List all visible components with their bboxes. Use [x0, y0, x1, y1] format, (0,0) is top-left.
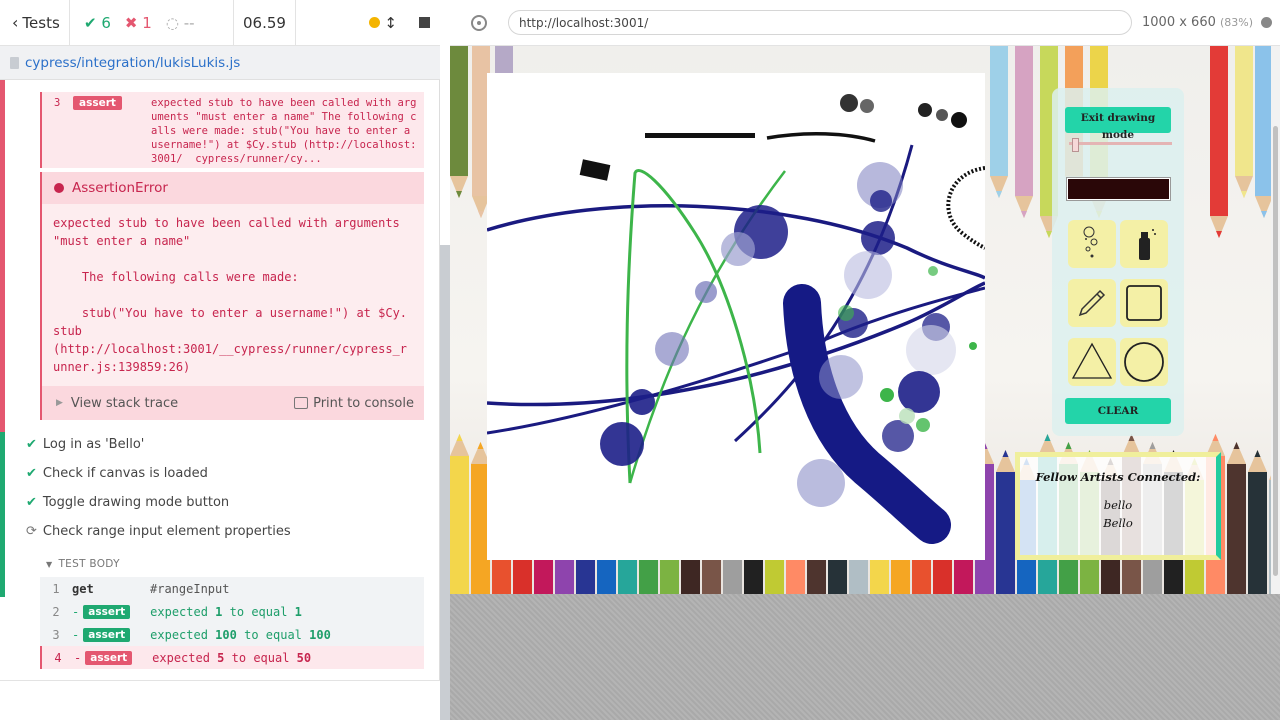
cross-icon: ✖	[124, 13, 138, 32]
command-log: 1 get #rangeInput 2 - assert expected 1 …	[40, 577, 424, 669]
spray-bubbles-tool-button[interactable]	[1068, 220, 1116, 268]
error-icon	[54, 183, 64, 193]
tests-label: Tests	[22, 13, 60, 32]
drawing-canvas[interactable]	[487, 73, 985, 560]
reporter-scrollbar[interactable]	[440, 245, 450, 720]
run-controls: ↕	[296, 0, 440, 45]
view-stack-trace[interactable]: ▶ View stack trace	[56, 396, 178, 411]
error-footer: ▶ View stack trace Print to console	[42, 386, 424, 420]
app-iframe: Exit drawing mode CLEAR Fellow Artists C…	[450, 46, 1280, 594]
artist-name: bello	[1103, 498, 1133, 512]
viewport-info[interactable]: 1000 x 660 (83%)	[1142, 15, 1253, 30]
selector-playground-icon[interactable]	[471, 14, 487, 31]
test-item[interactable]: ✔ Toggle drawing mode button	[26, 491, 229, 513]
spec-file-bar: cypress/integration/lukisLukis.js	[0, 46, 440, 80]
circle-notch-icon: ◌	[165, 13, 179, 32]
pencil-icon	[1078, 289, 1106, 317]
artists-title: Fellow Artists Connected:	[1035, 470, 1201, 484]
command-row[interactable]: 3 - assert expected 100 to equal 100	[40, 623, 424, 646]
assert-badge: assert	[83, 604, 131, 619]
test-item-running[interactable]: ⟳ Check range input element properties	[26, 520, 291, 542]
error-panel: AssertionError expected stub to have bee…	[40, 172, 424, 420]
tool-panel: Exit drawing mode CLEAR	[1052, 88, 1184, 436]
stop-icon[interactable]	[419, 17, 430, 28]
url-bar[interactable]: http://localhost:3001/	[508, 10, 1132, 35]
reporter: 3 assert expected stub to have been call…	[0, 80, 440, 680]
check-icon: ✔	[84, 13, 97, 32]
arrows-vertical-icon: ↕	[384, 13, 397, 32]
error-title: AssertionError	[72, 180, 168, 196]
app-scrollbar-thumb[interactable]	[1273, 126, 1278, 576]
failed-indicator	[0, 80, 5, 432]
color-picker[interactable]	[1067, 178, 1170, 200]
circle-tool-button[interactable]	[1120, 338, 1168, 386]
test-item[interactable]: ✔ Log in as 'Bello'	[26, 433, 144, 455]
test-item[interactable]: ✔ Check if canvas is loaded	[26, 462, 208, 484]
failed-count: ✖ 1	[124, 13, 152, 32]
file-icon	[10, 56, 19, 69]
refresh-icon: ⟳	[26, 523, 37, 539]
fellow-artists-panel: Fellow Artists Connected: bello Bello	[1015, 452, 1221, 560]
canvas-drawing	[487, 94, 985, 544]
caret-down-icon: ▼	[46, 559, 53, 569]
cypress-runner: ‹ Tests ✔ 6 ✖ 1 ◌ -- 06.59 ↕ cypress/int…	[0, 0, 440, 720]
circle-icon	[1124, 342, 1164, 382]
artist-name: Bello	[1103, 516, 1133, 530]
info-icon[interactable]	[1261, 17, 1273, 28]
pencil-tool-button[interactable]	[1068, 279, 1116, 327]
spray-can-icon	[1139, 229, 1156, 260]
square-icon	[1126, 285, 1162, 321]
status-dot-icon	[369, 17, 381, 28]
app-scrollbar[interactable]	[1271, 46, 1280, 594]
caret-right-icon: ▶	[56, 398, 63, 408]
command-row-failed[interactable]: 4 - assert expected 5 to equal 50	[40, 646, 424, 669]
clear-button[interactable]: CLEAR	[1065, 398, 1171, 424]
command-row-partial	[40, 80, 424, 92]
check-icon: ✔	[26, 436, 37, 452]
test-body-header[interactable]: ▼ TEST BODY	[46, 558, 120, 570]
command-row[interactable]: 2 - assert expected 1 to equal 1	[40, 600, 424, 623]
passed-count: ✔ 6	[84, 13, 111, 32]
runner-header: ‹ Tests ✔ 6 ✖ 1 ◌ -- 06.59 ↕	[0, 0, 440, 46]
range-input[interactable]	[1069, 142, 1172, 145]
spec-path[interactable]: cypress/integration/lukisLukis.js	[25, 55, 240, 71]
command-message: expected stub to have been called with a…	[151, 97, 417, 164]
assert-badge: assert	[83, 627, 131, 642]
chevron-left-icon: ‹	[12, 13, 19, 32]
error-message: expected stub to have been called with a…	[53, 216, 408, 374]
auto-scroll-toggle[interactable]: ↕	[369, 14, 397, 32]
triangle-icon	[1071, 342, 1113, 379]
spray-bubbles-icon	[1083, 226, 1098, 258]
aut-area: Exit drawing mode CLEAR Fellow Artists C…	[450, 46, 1280, 720]
tests-button[interactable]: ‹ Tests	[0, 0, 70, 45]
print-to-console-button[interactable]: Print to console	[294, 396, 414, 411]
command-row[interactable]: 1 get #rangeInput	[40, 577, 424, 600]
runner-footer	[0, 680, 440, 720]
spray-can-tool-button[interactable]	[1120, 220, 1168, 268]
check-icon: ✔	[26, 465, 37, 481]
exit-drawing-mode-button[interactable]: Exit drawing mode	[1065, 107, 1171, 141]
panel-resizer[interactable]	[440, 0, 450, 720]
square-tool-button[interactable]	[1120, 279, 1168, 327]
assert-badge: assert	[73, 96, 122, 110]
test-stats: ✔ 6 ✖ 1 ◌ --	[70, 0, 234, 45]
duration: 06.59	[234, 0, 296, 45]
error-header: AssertionError	[42, 172, 424, 204]
range-thumb[interactable]	[1072, 138, 1079, 152]
pending-count: ◌ --	[165, 13, 195, 32]
aut-header: http://localhost:3001/ 1000 x 660 (83%)	[450, 0, 1280, 46]
triangle-tool-button[interactable]	[1068, 338, 1116, 386]
terminal-icon	[294, 397, 309, 409]
command-number: 3	[54, 97, 61, 109]
check-icon: ✔	[26, 494, 37, 510]
failed-assert-command[interactable]: 3 assert expected stub to have been call…	[40, 92, 424, 168]
assert-badge: assert	[85, 650, 133, 665]
passed-indicator	[0, 432, 5, 597]
